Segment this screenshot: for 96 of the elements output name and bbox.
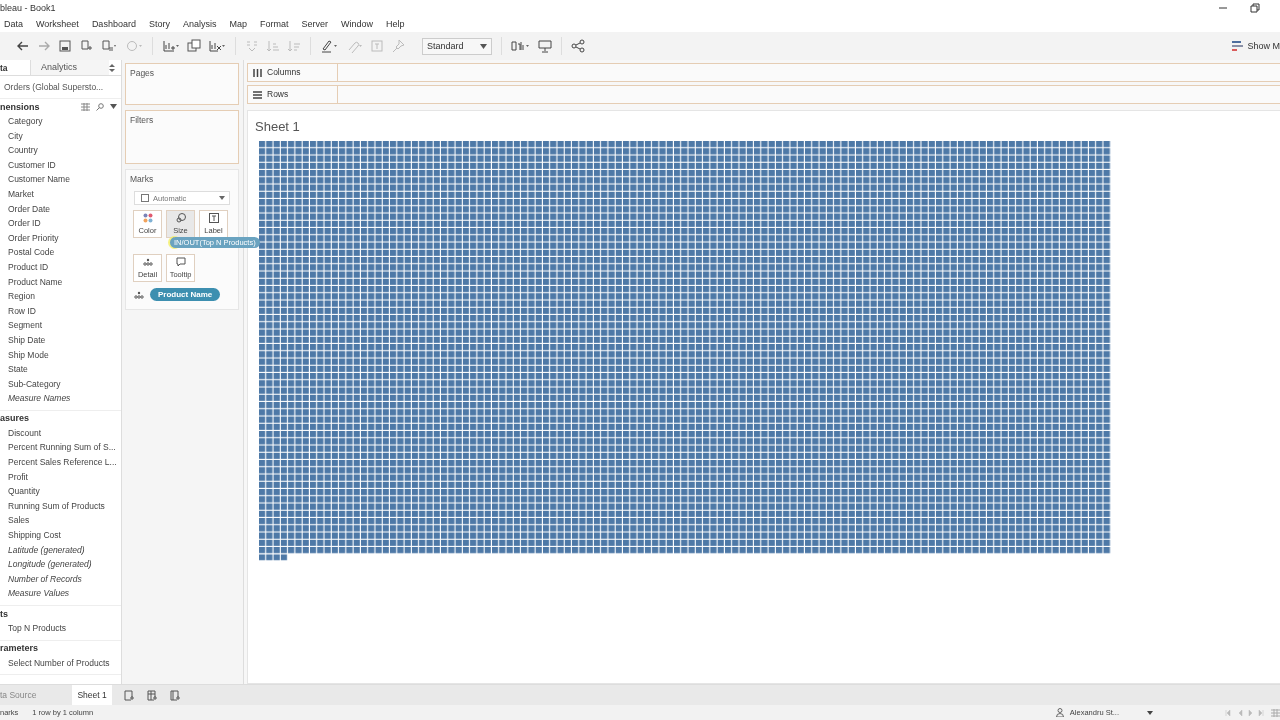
field-item[interactable]: Country	[0, 143, 121, 158]
field-item[interactable]: Order Priority	[0, 230, 121, 246]
highlight-icon[interactable]	[320, 39, 338, 53]
field-item[interactable]: Number of Records	[0, 571, 121, 587]
field-item[interactable]: Discount	[0, 425, 121, 441]
field-item[interactable]: Ship Date	[0, 332, 121, 348]
field-pill[interactable]: Product Name	[150, 288, 221, 301]
field-item[interactable]: State	[0, 362, 121, 377]
sheet-tab[interactable]: Sheet 1	[72, 685, 112, 705]
field-item[interactable]: Region	[0, 289, 121, 304]
chart-type-icon[interactable]	[511, 39, 531, 53]
new-worksheet-icon[interactable]	[123, 689, 135, 701]
field-item[interactable]: Row ID	[0, 303, 121, 319]
field-item[interactable]: Measure Names	[0, 391, 121, 406]
back-arrow-icon[interactable]	[16, 39, 30, 53]
detail-icon	[134, 290, 144, 299]
new-dashboard-icon[interactable]	[146, 689, 158, 701]
rows-icon	[253, 90, 262, 99]
field-item[interactable]: Product Name	[0, 274, 121, 290]
forward-arrow-icon[interactable]	[37, 39, 51, 53]
share-icon[interactable]	[571, 39, 585, 53]
field-item[interactable]: Sub-Category	[0, 376, 121, 392]
sort-arrows-icon[interactable]	[109, 63, 115, 72]
card-title: Pages	[130, 68, 155, 78]
columns-shelf[interactable]: Columns	[247, 63, 1280, 82]
grid-view-icon[interactable]	[81, 102, 90, 111]
field-item[interactable]: Market	[0, 186, 121, 202]
caret-icon	[219, 196, 225, 200]
menu-item[interactable]: Window	[341, 18, 373, 29]
field-item[interactable]: Measure Values	[0, 586, 121, 601]
caret-icon[interactable]	[1147, 710, 1153, 715]
add-data-icon[interactable]	[79, 39, 93, 53]
text-icon	[208, 213, 219, 223]
field-item[interactable]: Customer ID	[0, 157, 121, 173]
field-item[interactable]: Shipping Cost	[0, 528, 121, 543]
columns-icon	[253, 68, 262, 77]
square-icon	[141, 194, 149, 202]
speech-bubble-icon	[175, 257, 186, 267]
field-item[interactable]: Percent Sales Reference L...	[0, 455, 121, 470]
caret-icon	[480, 43, 487, 49]
search-icon[interactable]	[96, 102, 104, 111]
data-source[interactable]: Orders (Global Supersto...	[0, 76, 121, 99]
menu-item[interactable]: Data	[4, 18, 23, 29]
save-icon[interactable]	[58, 39, 72, 53]
menu-item[interactable]: Analysis	[182, 18, 217, 29]
dropdown-caret-icon[interactable]	[110, 104, 117, 109]
fit-dropdown[interactable]: Standard	[422, 37, 492, 55]
size-icon	[175, 213, 186, 223]
shelf-label: Columns	[262, 64, 338, 81]
menu-item[interactable]: Worksheet	[36, 18, 79, 29]
show-me-button[interactable]: Show M	[1232, 40, 1280, 52]
card-title: Marks	[130, 174, 154, 184]
field-item[interactable]: Product ID	[0, 259, 121, 275]
section-heading: rameters	[0, 643, 39, 654]
presentation-icon[interactable]	[538, 39, 552, 53]
section-heading: asures	[0, 413, 30, 424]
pane-tab[interactable]: Analytics	[30, 60, 109, 75]
field-item[interactable]: Longitude (generated)	[0, 557, 121, 572]
rows-shelf[interactable]: Rows	[247, 85, 1280, 104]
field-item[interactable]: Profit	[0, 469, 121, 485]
field-item[interactable]: Segment	[0, 318, 121, 333]
field-item[interactable]: Latitude (generated)	[0, 542, 121, 558]
field-item[interactable]: Select Number of Products	[0, 655, 121, 671]
shelf-label: Rows	[262, 86, 338, 103]
new-sheet-icon[interactable]	[162, 39, 180, 53]
user-icon	[1055, 708, 1064, 717]
field-item[interactable]: City	[0, 128, 121, 144]
field-item[interactable]: Order Date	[0, 201, 121, 217]
card-title: Filters	[130, 115, 154, 125]
bar-chart-icon	[1232, 40, 1244, 52]
field-item[interactable]: Running Sum of Products	[0, 498, 121, 514]
field-item[interactable]: Top N Products	[0, 621, 121, 636]
menu-item[interactable]: Format	[259, 18, 289, 29]
field-item[interactable]: Sales	[0, 513, 121, 529]
field-item[interactable]: Order ID	[0, 216, 121, 231]
dots-icon	[142, 213, 153, 223]
detail-icon	[142, 257, 153, 267]
menu-item[interactable]: Story	[148, 18, 170, 29]
new-story-icon[interactable]	[169, 689, 181, 701]
sheet-title: Sheet 1	[255, 119, 301, 136]
field-item[interactable]: Quantity	[0, 484, 121, 499]
clear-sheet-icon[interactable]	[208, 39, 226, 53]
field-item[interactable]: Percent Running Sum of S...	[0, 440, 121, 456]
field-item[interactable]: Category	[0, 114, 121, 129]
menu-item[interactable]: Server	[301, 18, 328, 29]
duplicate-sheet-icon[interactable]	[187, 39, 201, 53]
menu-item[interactable]: Help	[386, 18, 405, 29]
section-heading: ts	[0, 608, 8, 619]
field-item[interactable]: Customer Name	[0, 172, 121, 187]
field-item[interactable]: Ship Mode	[0, 347, 121, 363]
restore-icon[interactable]	[1250, 3, 1260, 13]
field-item[interactable]: Postal Code	[0, 245, 121, 260]
menu-item[interactable]: Dashboard	[91, 18, 136, 29]
menu-item[interactable]: Map	[229, 18, 247, 29]
section-heading: nensions	[0, 101, 40, 112]
window-title: bleau - Book1	[0, 3, 56, 13]
